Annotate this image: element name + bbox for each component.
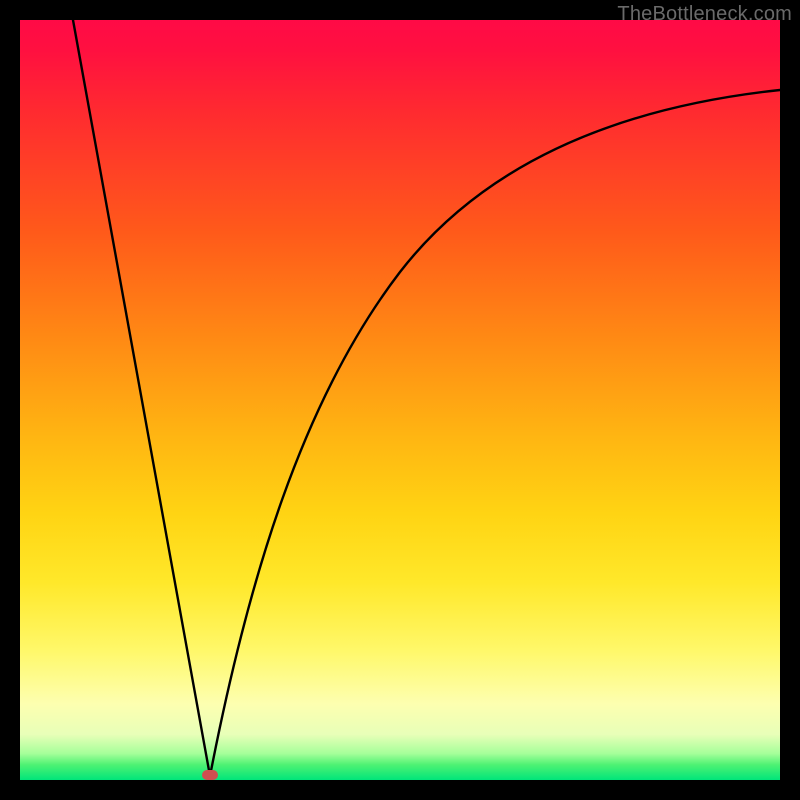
bottleneck-curve bbox=[20, 20, 780, 780]
bottleneck-marker bbox=[202, 770, 218, 780]
watermark-text: TheBottleneck.com bbox=[617, 3, 792, 26]
plot-frame bbox=[20, 20, 780, 780]
curve-left-arm bbox=[73, 20, 210, 776]
curve-right-arm bbox=[210, 90, 780, 776]
